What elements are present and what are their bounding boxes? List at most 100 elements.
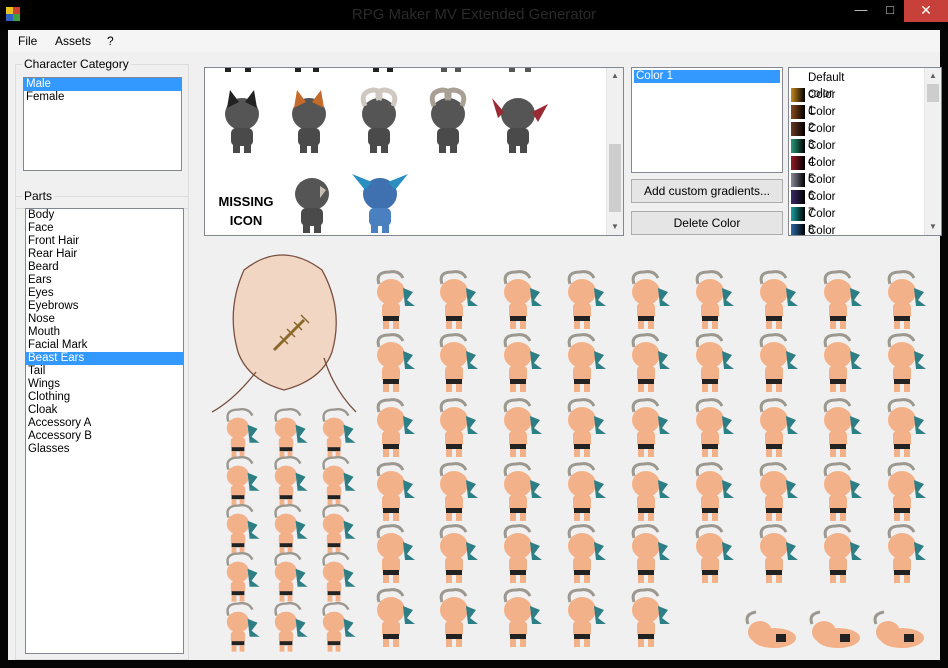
ram-horns-white-icon[interactable] bbox=[360, 87, 398, 153]
color-list[interactable]: Color 1 bbox=[631, 67, 783, 173]
character-sprite bbox=[226, 552, 260, 602]
title-bar[interactable]: RPG Maker MV Extended Generator — □ ✕ bbox=[0, 0, 948, 30]
character-sprite bbox=[439, 270, 478, 329]
gradient-swatch bbox=[791, 224, 805, 235]
fin-ears-blue-icon[interactable] bbox=[352, 174, 408, 233]
part-item[interactable]: Cloak bbox=[26, 404, 183, 417]
character-sprite bbox=[567, 398, 606, 457]
menu-assets[interactable]: Assets bbox=[55, 34, 91, 48]
part-item[interactable]: Body bbox=[26, 209, 183, 222]
scroll-thumb[interactable] bbox=[927, 84, 939, 102]
character-sprite bbox=[567, 462, 606, 521]
character-category-list[interactable]: Male Female bbox=[23, 77, 182, 171]
scroll-up-arrow[interactable]: ▲ bbox=[925, 68, 941, 84]
part-item[interactable]: Rear Hair bbox=[26, 248, 183, 261]
gradient-swatch bbox=[791, 139, 805, 153]
delete-color-button[interactable]: Delete Color bbox=[631, 211, 783, 235]
cat-ears-orange-icon[interactable] bbox=[292, 90, 326, 153]
color-list-item-selected[interactable]: Color 1 bbox=[634, 70, 780, 83]
icon-row-partial bbox=[225, 68, 531, 72]
part-item[interactable]: Eyebrows bbox=[26, 300, 183, 313]
character-sprite bbox=[887, 270, 926, 329]
character-sprite bbox=[503, 333, 542, 392]
maximize-button[interactable]: □ bbox=[876, 0, 904, 22]
add-gradients-button[interactable]: Add custom gradients... bbox=[631, 179, 783, 203]
part-item-selected[interactable]: Beast Ears bbox=[26, 352, 183, 365]
character-sprite bbox=[274, 552, 308, 602]
part-item[interactable]: Accessory B bbox=[26, 430, 183, 443]
character-sprite bbox=[274, 504, 308, 554]
gradient-list[interactable]: Default color Color 1 Color 2 Color 3 Color … bbox=[788, 67, 942, 236]
gradient-swatch bbox=[791, 105, 805, 119]
character-sprite bbox=[887, 462, 926, 521]
part-item[interactable]: Front Hair bbox=[26, 235, 183, 248]
scroll-thumb[interactable] bbox=[609, 144, 621, 212]
character-sprite bbox=[631, 462, 670, 521]
character-sprite bbox=[503, 398, 542, 457]
character-sprite bbox=[322, 504, 356, 554]
part-item[interactable]: Beard bbox=[26, 261, 183, 274]
character-sprite bbox=[503, 462, 542, 521]
bat-wing-ears-icon[interactable] bbox=[492, 98, 548, 153]
part-item[interactable]: Clothing bbox=[26, 391, 183, 404]
scroll-down-arrow[interactable]: ▼ bbox=[607, 219, 623, 235]
gradient-scrollbar[interactable]: ▲ ▼ bbox=[924, 68, 941, 235]
parts-list[interactable]: Body Face Front Hair Rear Hair Beard Ear… bbox=[25, 208, 184, 654]
character-sprite bbox=[567, 270, 606, 329]
icon-gallery[interactable]: MISSING ICON ▲ ▼ bbox=[204, 67, 624, 236]
character-sprite bbox=[823, 524, 862, 583]
character-sprite bbox=[759, 462, 798, 521]
part-item[interactable]: Tail bbox=[26, 365, 183, 378]
part-item[interactable]: Wings bbox=[26, 378, 183, 391]
character-sprite bbox=[274, 456, 308, 506]
part-item[interactable]: Facial Mark bbox=[26, 339, 183, 352]
character-sprite bbox=[745, 610, 796, 648]
character-sprite bbox=[823, 270, 862, 329]
character-sprite bbox=[695, 524, 734, 583]
cat-ears-black-icon[interactable] bbox=[225, 90, 259, 153]
part-item[interactable]: Ears bbox=[26, 274, 183, 287]
character-sprite bbox=[695, 462, 734, 521]
menu-help[interactable]: ? bbox=[107, 34, 114, 48]
face-head bbox=[232, 254, 337, 391]
character-category-group: Character Category Male Female bbox=[15, 57, 189, 209]
icon-gallery-scrollbar[interactable]: ▲ ▼ bbox=[606, 68, 623, 235]
part-item[interactable]: Mouth bbox=[26, 326, 183, 339]
close-button[interactable]: ✕ bbox=[904, 0, 948, 22]
application-window: RPG Maker MV Extended Generator — □ ✕ Fi… bbox=[0, 0, 948, 668]
scroll-down-arrow[interactable]: ▼ bbox=[925, 219, 941, 235]
ram-horns-grey-icon[interactable] bbox=[429, 87, 467, 153]
client-area: File Assets ? Character Category Male Fe… bbox=[8, 30, 942, 660]
character-sprite bbox=[503, 524, 542, 583]
part-item[interactable]: Nose bbox=[26, 313, 183, 326]
character-sprite bbox=[439, 588, 478, 647]
gradient-swatch bbox=[791, 88, 805, 102]
character-sprite bbox=[322, 456, 356, 506]
character-sprite bbox=[759, 398, 798, 457]
character-sprite bbox=[567, 524, 606, 583]
character-sprite bbox=[823, 398, 862, 457]
part-item[interactable]: Accessory A bbox=[26, 417, 183, 430]
goat-ears-icon[interactable] bbox=[295, 178, 329, 233]
menu-file[interactable]: File bbox=[18, 34, 37, 48]
category-item-female[interactable]: Female bbox=[24, 91, 181, 104]
part-item[interactable]: Eyes bbox=[26, 287, 183, 300]
gradient-swatch bbox=[791, 190, 805, 204]
minimize-button[interactable]: — bbox=[846, 0, 876, 22]
scroll-up-arrow[interactable]: ▲ bbox=[607, 68, 623, 84]
part-item[interactable]: Face bbox=[26, 222, 183, 235]
character-sprite bbox=[631, 398, 670, 457]
character-sprite bbox=[376, 333, 415, 392]
missing-icon-text: MISSING ICON bbox=[218, 194, 274, 228]
character-sprite bbox=[322, 602, 356, 652]
character-sprite bbox=[439, 333, 478, 392]
parts-label: Parts bbox=[22, 189, 55, 203]
character-sprite bbox=[376, 588, 415, 647]
category-item-male[interactable]: Male bbox=[24, 78, 181, 91]
character-sprite bbox=[823, 462, 862, 521]
character-sprite bbox=[695, 270, 734, 329]
character-sprite bbox=[695, 333, 734, 392]
part-item[interactable]: Glasses bbox=[26, 443, 183, 456]
character-sprite bbox=[226, 408, 260, 458]
preview-area bbox=[211, 254, 926, 652]
